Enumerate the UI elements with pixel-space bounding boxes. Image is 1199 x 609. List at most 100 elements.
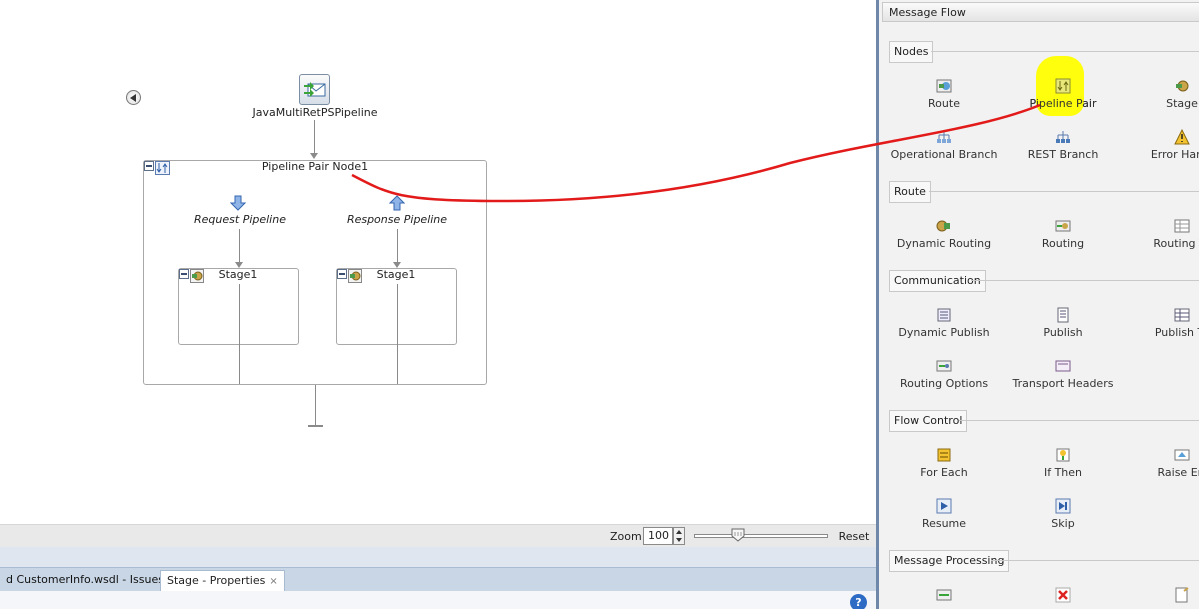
palette-item-for-each[interactable]: For Each <box>879 447 1009 479</box>
palette-item-dynamic-routing[interactable]: Dynamic Routing <box>879 218 1009 250</box>
tab-issues-label: d CustomerInfo.wsdl - Issues <box>6 573 164 586</box>
section-divider <box>929 191 1199 192</box>
section-route[interactable]: Route <box>889 181 931 203</box>
palette-item-routing-options[interactable]: Routing Options <box>879 358 1009 390</box>
delete-icon <box>1055 587 1071 603</box>
zoom-slider-thumb[interactable] <box>731 528 745 542</box>
zoom-spinner[interactable] <box>673 527 685 545</box>
connector-arrow <box>310 153 318 159</box>
section-nodes[interactable]: Nodes <box>889 41 934 63</box>
palette-item-label: Publish <box>1043 326 1083 339</box>
raise-error-icon <box>1174 449 1190 461</box>
dynamic-routing-icon <box>936 220 950 232</box>
palette-item-label: Routing Ta <box>1153 237 1199 250</box>
bottom-panel: d CustomerInfo.wsdl - Issues Stage - Pro… <box>0 547 876 609</box>
palette-item-label: Resume <box>921 517 967 530</box>
request-pipeline-arrow-icon <box>230 195 246 211</box>
palette-item-routing-table[interactable]: Routing Ta <box>1117 218 1199 250</box>
connector-line <box>314 120 315 154</box>
palette-header[interactable]: Message Flow <box>882 2 1199 22</box>
palette-item-routing[interactable]: Routing <box>998 218 1128 250</box>
palette-item-label: Pipeline Pair <box>1029 97 1097 110</box>
transport-headers-icon <box>1055 360 1071 372</box>
operational-branch-icon <box>937 131 951 143</box>
proxy-service-icon[interactable] <box>299 74 330 105</box>
reset-zoom-button[interactable]: Reset <box>834 527 874 546</box>
publish-table-icon <box>1174 308 1190 322</box>
request-connector <box>239 229 240 263</box>
message-flow-canvas[interactable]: JavaMultiRetPSPipeline Pipeline Pair Nod… <box>0 0 876 524</box>
palette-item-label: REST Branch <box>1027 148 1099 161</box>
routing-icon <box>1055 220 1071 232</box>
stage-icon <box>1176 80 1189 92</box>
palette-item-label: Dynamic Routing <box>896 237 992 250</box>
collapse-request-stage-icon[interactable] <box>179 269 189 279</box>
exit-connector <box>315 385 316 425</box>
insert-icon <box>1175 587 1189 603</box>
palette-item-publish-table[interactable]: Publish Ta <box>1117 307 1199 339</box>
palette-item-label: Skip <box>1051 517 1075 530</box>
help-icon[interactable]: ? <box>850 594 867 609</box>
zoom-label: Zoom: <box>610 530 646 543</box>
response-pipeline-label[interactable]: Response Pipeline <box>337 213 457 226</box>
routing-table-icon <box>1174 219 1190 233</box>
palette-item-skip[interactable]: Skip <box>998 498 1128 530</box>
palette-item-label: If Then <box>1043 466 1083 479</box>
section-flow-control[interactable]: Flow Control <box>889 410 968 432</box>
rest-branch-icon <box>1056 131 1070 143</box>
for-each-icon <box>937 448 951 462</box>
palette-item-route[interactable]: Route <box>879 78 1009 110</box>
assign-icon <box>936 589 952 601</box>
back-navigation-icon[interactable] <box>126 90 141 105</box>
response-pipeline-arrow-icon <box>389 195 405 211</box>
palette-item-rest-branch[interactable]: REST Branch <box>998 129 1128 161</box>
pipeline-pair-title: Pipeline Pair Node1 <box>261 160 369 173</box>
zoom-input[interactable]: 100 <box>643 527 673 545</box>
palette-item-message-processing-3[interactable] <box>1117 587 1199 603</box>
tab-issues[interactable]: d CustomerInfo.wsdl - Issues <box>0 570 170 591</box>
collapse-response-stage-icon[interactable] <box>337 269 347 279</box>
response-connector <box>397 229 398 263</box>
pipeline-pair-icon <box>1055 78 1071 94</box>
palette-item-label: Route <box>928 97 960 110</box>
proxy-service-label: JavaMultiRetPSPipeline <box>252 106 378 119</box>
palette-item-label: Routing Options <box>899 377 989 390</box>
tab-properties[interactable]: Stage - Properties × <box>160 570 285 591</box>
route-icon <box>936 79 952 93</box>
section-message-processing[interactable]: Message Processing <box>889 550 1010 572</box>
palette-item-dynamic-publish[interactable]: Dynamic Publish <box>879 307 1009 339</box>
palette-item-stage[interactable]: Stage <box>1117 78 1199 110</box>
flow-terminator <box>308 425 323 427</box>
palette-item-if-then[interactable]: If Then <box>998 447 1128 479</box>
zoom-slider-track[interactable] <box>694 534 828 538</box>
section-divider <box>971 280 1199 281</box>
palette-item-error-handler[interactable]: Error Handl <box>1117 129 1199 161</box>
palette-item-resume[interactable]: Resume <box>879 498 1009 530</box>
section-divider <box>991 560 1199 561</box>
stage-icon <box>190 269 204 283</box>
palette-item-raise-error[interactable]: Raise Err <box>1117 447 1199 479</box>
palette-item-pipeline-pair-highlighted[interactable]: Pipeline Pair <box>998 78 1128 110</box>
skip-icon <box>1055 498 1071 514</box>
pipeline-pair-icon <box>155 161 170 175</box>
request-pipeline-label[interactable]: Request Pipeline <box>180 213 300 226</box>
bottom-tabbar: d CustomerInfo.wsdl - Issues Stage - Pro… <box>0 567 876 606</box>
palette-item-transport-headers[interactable]: Transport Headers <box>998 358 1128 390</box>
publish-icon <box>1057 307 1069 323</box>
request-flow-line <box>239 284 240 384</box>
stage-icon <box>348 269 362 283</box>
palette-item-publish[interactable]: Publish <box>998 307 1128 339</box>
palette-item-message-processing-2[interactable] <box>998 587 1128 603</box>
collapse-pipeline-pair-icon[interactable] <box>144 161 154 171</box>
palette-item-operational-branch[interactable]: Operational Branch <box>879 129 1009 161</box>
palette-item-label: Publish Ta <box>1154 326 1199 339</box>
close-tab-icon[interactable]: × <box>269 576 277 587</box>
request-stage-title: Stage1 <box>218 268 258 281</box>
palette-item-message-processing-1[interactable] <box>879 587 1009 603</box>
palette-item-label: For Each <box>920 466 968 479</box>
section-communication[interactable]: Communication <box>889 270 986 292</box>
palette-item-label: Routing <box>1041 237 1085 250</box>
section-divider <box>931 51 1199 52</box>
warning-icon <box>1174 129 1190 145</box>
palette-item-label: Raise Err <box>1157 466 1199 479</box>
